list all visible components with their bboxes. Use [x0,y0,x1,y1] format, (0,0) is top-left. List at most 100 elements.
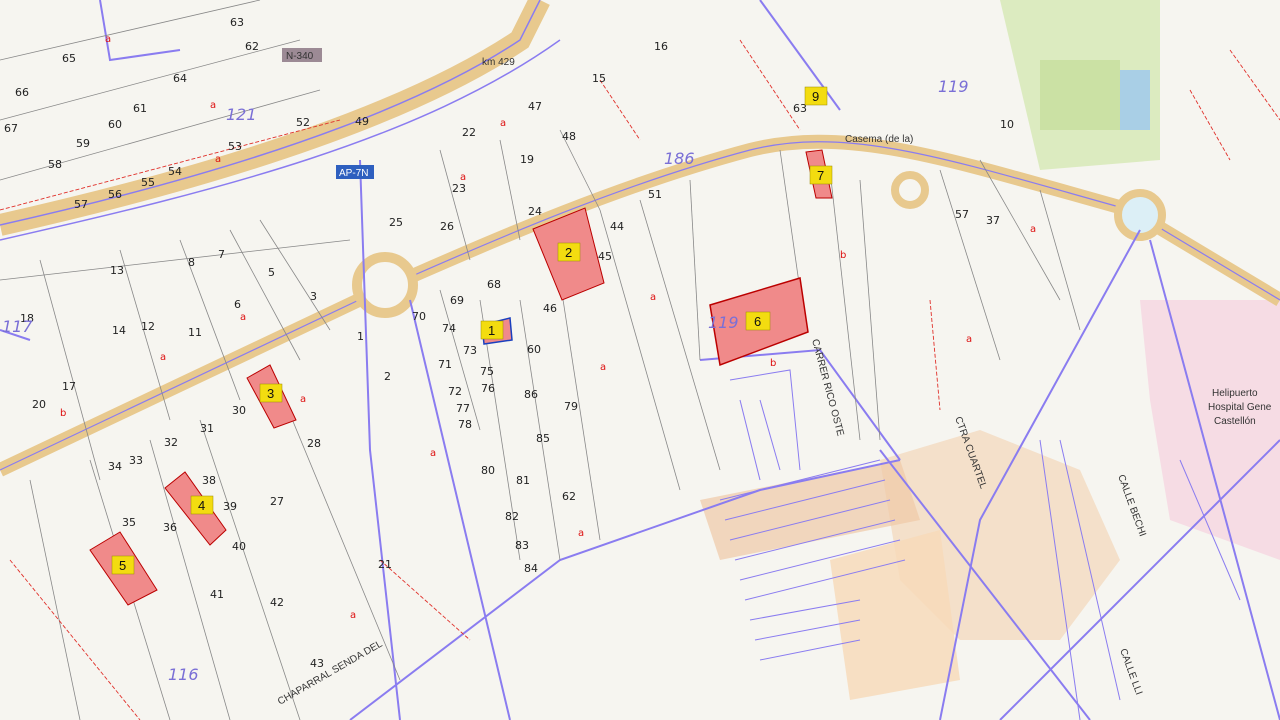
parcel-number: 33 [129,454,143,467]
svg-text:a: a [966,334,972,345]
parcel-number: 84 [524,562,538,575]
parcel-number: 62 [562,490,576,503]
parcel-number: 30 [232,404,246,417]
parcel-number: 56 [108,188,122,201]
parcel-number: 23 [452,182,466,195]
parcel-number: 45 [598,250,612,263]
svg-text:a: a [160,352,166,363]
hospital-label: Hospital Gene [1208,402,1272,413]
svg-text:3: 3 [267,386,274,401]
parcel-number: 1 [357,330,364,343]
parcel-number: 61 [133,102,147,115]
parcel-number: 20 [32,398,46,411]
parcel-number: 41 [210,588,224,601]
svg-text:a: a [500,118,506,129]
parcel-number: 12 [141,320,155,333]
parcel-number: 57 [74,198,88,211]
marker-5: 5 [111,555,135,575]
svg-text:a: a [650,292,656,303]
parcel-number: 35 [122,516,136,529]
parcel-number: 73 [463,344,477,357]
sector-number: 117 [2,317,33,336]
parcel-number: 38 [202,474,216,487]
marker-7: 7 [809,165,833,185]
parcel-number: 46 [543,302,557,315]
parcel-number: 10 [1000,118,1014,131]
svg-text:a: a [105,34,111,45]
parcel-number: 58 [48,158,62,171]
svg-text:a: a [300,394,306,405]
parcel-number: 53 [228,140,242,153]
parcel-number: 83 [515,539,529,552]
svg-text:1: 1 [488,323,495,338]
parcel-number: 16 [654,40,668,53]
parcel-number: 44 [610,220,624,233]
parcel-number: 6 [234,298,241,311]
parcel-number: 54 [168,165,182,178]
parcel-number: 51 [648,188,662,201]
parcel-number: 65 [62,52,76,65]
svg-text:4: 4 [198,498,205,513]
svg-text:a: a [578,528,584,539]
parcel-number: 24 [528,205,542,218]
parcel-number: 82 [505,510,519,523]
parcel-number: 70 [412,310,426,323]
parcel-number: 76 [481,382,495,395]
parcel-number: 79 [564,400,578,413]
parcel-number: 69 [450,294,464,307]
parcel-number: 37 [986,214,1000,227]
sector-number: 121 [226,105,257,124]
sector-number: 116 [168,665,199,684]
svg-text:b: b [60,408,66,419]
parcel-number: 39 [223,500,237,513]
parcel-number: 86 [524,388,538,401]
svg-text:b: b [770,358,776,369]
parcel-number: 34 [108,460,122,473]
parcel-number: 32 [164,436,178,449]
heliport-label: Helipuerto [1212,388,1258,399]
parcel-number: 80 [481,464,495,477]
svg-text:a: a [600,362,606,373]
parcel-number: 40 [232,540,246,553]
parcel-number: 3 [310,290,317,303]
cadastral-map[interactable]: 63 65 62 64 66 61 60 59 58 57 56 55 54 5… [0,0,1280,720]
parcel-number: 52 [296,116,310,129]
parcel-number: 43 [310,657,324,670]
parcel-number: 8 [188,256,195,269]
svg-text:7: 7 [817,168,824,183]
svg-text:2: 2 [565,245,572,260]
parcel-number: 62 [245,40,259,53]
marker-3: 3 [259,383,283,403]
parcel-number: 2 [384,370,391,383]
parcel-number: 27 [270,495,284,508]
svg-text:a: a [460,172,466,183]
marker-6: 6 [745,311,771,331]
svg-text:a: a [350,610,356,621]
parcel-number: 42 [270,596,284,609]
svg-text:a: a [240,312,246,323]
parcel-number: 17 [62,380,76,393]
road-number: 186 [664,149,695,168]
svg-text:a: a [210,100,216,111]
parcel-number: 49 [355,115,369,128]
parcel-number: 14 [112,324,126,337]
parcel-number: 68 [487,278,501,291]
parcel-number: 48 [562,130,576,143]
marker-1: 1 [480,320,504,340]
parcel-number: 22 [462,126,476,139]
castellon-label: Castellón [1214,416,1256,427]
parcel-number: 77 [456,402,470,415]
km-label: km 429 [482,57,515,68]
parcel-number: 19 [520,153,534,166]
parcel-number: 7 [218,248,225,261]
parcel-number: 75 [480,365,494,378]
parcel-number: 59 [76,137,90,150]
svg-text:b: b [840,250,846,261]
parcel-number: 66 [15,86,29,99]
parcel-number: 25 [389,216,403,229]
parcel-number: 64 [173,72,187,85]
sector-number: 119 [938,77,969,96]
marker-4: 4 [190,495,214,515]
parcel-number: 15 [592,72,606,85]
parcel-number: 72 [448,385,462,398]
